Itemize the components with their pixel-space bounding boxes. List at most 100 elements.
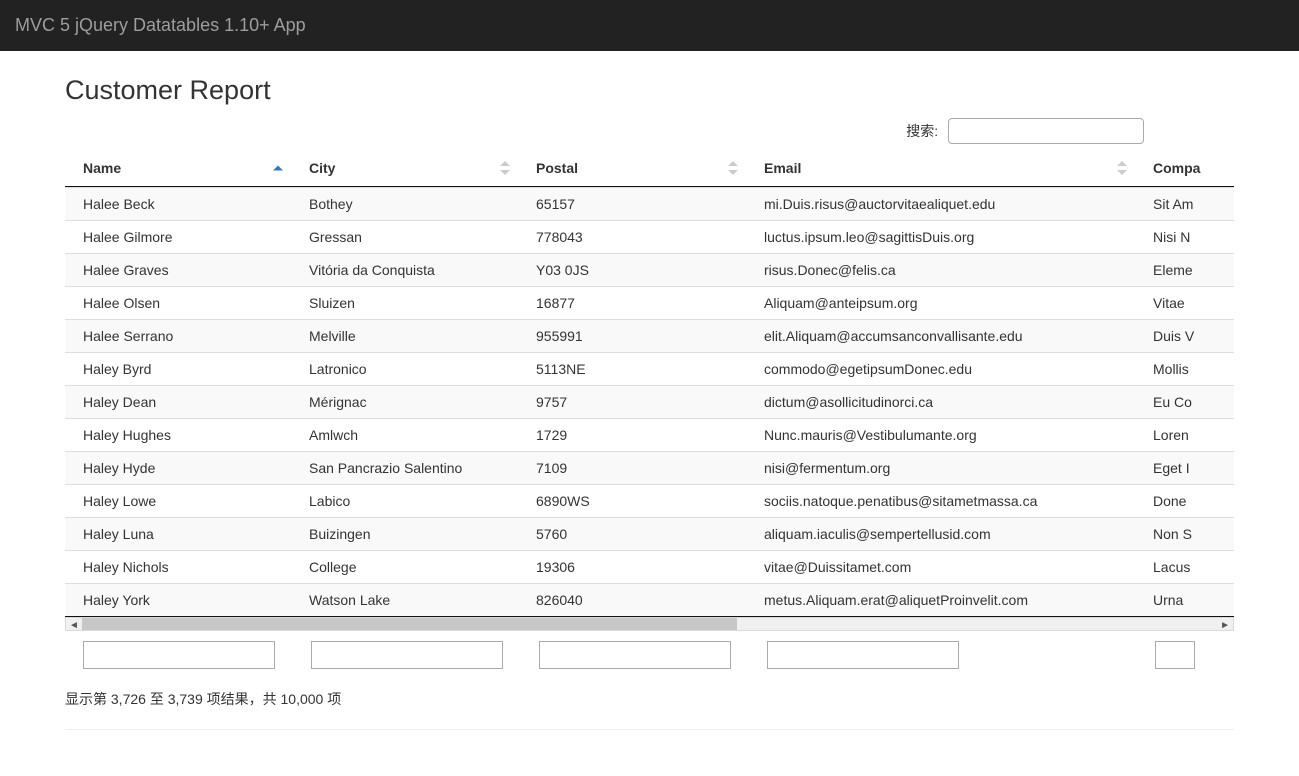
cell-company: Sit Am	[1135, 187, 1234, 220]
cell-city: Bothey	[291, 187, 518, 220]
table-row[interactable]: Haley YorkWatson Lake826040metus.Aliquam…	[65, 583, 1234, 616]
column-header-label: Email	[764, 160, 801, 176]
cell-email: aliquam.iaculis@sempertellusid.com	[746, 517, 1135, 550]
cell-city: Latronico	[291, 352, 518, 385]
cell-company: Nisi N	[1135, 220, 1234, 253]
table-row[interactable]: Halee GravesVitória da ConquistaY03 0JSr…	[65, 253, 1234, 286]
cell-name: Halee Olsen	[65, 286, 291, 319]
search-label: 搜索:	[906, 123, 938, 139]
cell-name: Haley Byrd	[65, 352, 291, 385]
cell-postal: Y03 0JS	[518, 253, 746, 286]
filter-input-company[interactable]	[1155, 641, 1195, 669]
table-row[interactable]: Haley HughesAmlwch1729Nunc.mauris@Vestib…	[65, 418, 1234, 451]
column-header-city[interactable]: City	[291, 150, 518, 187]
cell-company: Urna	[1135, 583, 1234, 616]
cell-postal: 778043	[518, 220, 746, 253]
navbar-brand[interactable]: MVC 5 jQuery Datatables 1.10+ App	[15, 0, 306, 51]
cell-email: Nunc.mauris@Vestibulumante.org	[746, 418, 1135, 451]
cell-city: Buizingen	[291, 517, 518, 550]
column-header-name[interactable]: Name	[65, 150, 291, 187]
cell-postal: 5113NE	[518, 352, 746, 385]
scrollbar-thumb[interactable]	[82, 618, 737, 630]
cell-postal: 6890WS	[518, 484, 746, 517]
cell-name: Haley Luna	[65, 517, 291, 550]
cell-postal: 65157	[518, 187, 746, 220]
cell-name: Haley Hughes	[65, 418, 291, 451]
cell-company: Eu Co	[1135, 385, 1234, 418]
table-row[interactable]: Haley HydeSan Pancrazio Salentino7109nis…	[65, 451, 1234, 484]
cell-city: Sluizen	[291, 286, 518, 319]
sort-both-icon	[728, 161, 738, 175]
cell-email: sociis.natoque.penatibus@sitametmassa.ca	[746, 484, 1135, 517]
page-title: Customer Report	[65, 75, 1234, 106]
cell-company: Vitae	[1135, 286, 1234, 319]
filter-input-name[interactable]	[83, 641, 275, 669]
cell-city: College	[291, 550, 518, 583]
cell-postal: 1729	[518, 418, 746, 451]
search-filter: 搜索:	[65, 118, 1234, 144]
cell-name: Halee Gilmore	[65, 220, 291, 253]
cell-postal: 9757	[518, 385, 746, 418]
cell-email: risus.Donec@felis.ca	[746, 253, 1135, 286]
table-info: 显示第 3,726 至 3,739 项结果，共 10,000 项	[65, 675, 1234, 709]
cell-city: Watson Lake	[291, 583, 518, 616]
cell-email: mi.Duis.risus@auctorvitaealiquet.edu	[746, 187, 1135, 220]
table-row[interactable]: Halee BeckBothey65157mi.Duis.risus@aucto…	[65, 187, 1234, 220]
cell-name: Halee Serrano	[65, 319, 291, 352]
cell-name: Haley Hyde	[65, 451, 291, 484]
cell-city: Vitória da Conquista	[291, 253, 518, 286]
cell-postal: 7109	[518, 451, 746, 484]
cell-city: Melville	[291, 319, 518, 352]
cell-email: nisi@fermentum.org	[746, 451, 1135, 484]
cell-name: Haley Dean	[65, 385, 291, 418]
cell-company: Duis V	[1135, 319, 1234, 352]
divider	[65, 729, 1234, 730]
cell-email: luctus.ipsum.leo@sagittisDuis.org	[746, 220, 1135, 253]
cell-name: Haley Nichols	[65, 550, 291, 583]
cell-company: Done	[1135, 484, 1234, 517]
horizontal-scrollbar[interactable]: ◄ ►	[65, 617, 1234, 631]
table-row[interactable]: Haley DeanMérignac9757dictum@asollicitud…	[65, 385, 1234, 418]
column-header-email[interactable]: Email	[746, 150, 1135, 187]
cell-company: Non S	[1135, 517, 1234, 550]
cell-company: Eget I	[1135, 451, 1234, 484]
column-header-label: City	[309, 160, 335, 176]
cell-email: Aliquam@anteipsum.org	[746, 286, 1135, 319]
cell-company: Eleme	[1135, 253, 1234, 286]
cell-name: Haley Lowe	[65, 484, 291, 517]
cell-company: Lacus	[1135, 550, 1234, 583]
table-row[interactable]: Halee GilmoreGressan778043luctus.ipsum.l…	[65, 220, 1234, 253]
table-footer-row	[65, 631, 1234, 675]
column-header-postal[interactable]: Postal	[518, 150, 746, 187]
filter-input-email[interactable]	[767, 641, 959, 669]
cell-postal: 5760	[518, 517, 746, 550]
filter-input-postal[interactable]	[539, 641, 731, 669]
cell-email: elit.Aliquam@accumsanconvallisante.edu	[746, 319, 1135, 352]
cell-city: Mérignac	[291, 385, 518, 418]
sort-both-icon	[1117, 161, 1127, 175]
table-row[interactable]: Haley ByrdLatronico5113NEcommodo@egetips…	[65, 352, 1234, 385]
table-row[interactable]: Haley LoweLabico6890WSsociis.natoque.pen…	[65, 484, 1234, 517]
column-header-company[interactable]: Compa	[1135, 150, 1234, 187]
cell-email: metus.Aliquam.erat@aliquetProinvelit.com	[746, 583, 1135, 616]
table-row[interactable]: Haley NicholsCollege19306vitae@Duissitam…	[65, 550, 1234, 583]
cell-postal: 19306	[518, 550, 746, 583]
scroll-left-icon[interactable]: ◄	[69, 620, 79, 631]
cell-postal: 826040	[518, 583, 746, 616]
table-row[interactable]: Halee OlsenSluizen16877Aliquam@anteipsum…	[65, 286, 1234, 319]
table-scroll-body[interactable]: Halee BeckBothey65157mi.Duis.risus@aucto…	[65, 187, 1234, 617]
filter-input-city[interactable]	[311, 641, 503, 669]
column-header-label: Postal	[536, 160, 578, 176]
scroll-right-icon[interactable]: ►	[1220, 620, 1230, 631]
cell-postal: 16877	[518, 286, 746, 319]
column-header-label: Compa	[1153, 160, 1200, 176]
table-row[interactable]: Halee SerranoMelville955991elit.Aliquam@…	[65, 319, 1234, 352]
cell-city: Amlwch	[291, 418, 518, 451]
cell-postal: 955991	[518, 319, 746, 352]
sort-asc-icon	[273, 166, 283, 171]
cell-email: vitae@Duissitamet.com	[746, 550, 1135, 583]
cell-company: Loren	[1135, 418, 1234, 451]
search-input[interactable]	[948, 118, 1144, 144]
cell-city: San Pancrazio Salentino	[291, 451, 518, 484]
table-row[interactable]: Haley LunaBuizingen5760aliquam.iaculis@s…	[65, 517, 1234, 550]
